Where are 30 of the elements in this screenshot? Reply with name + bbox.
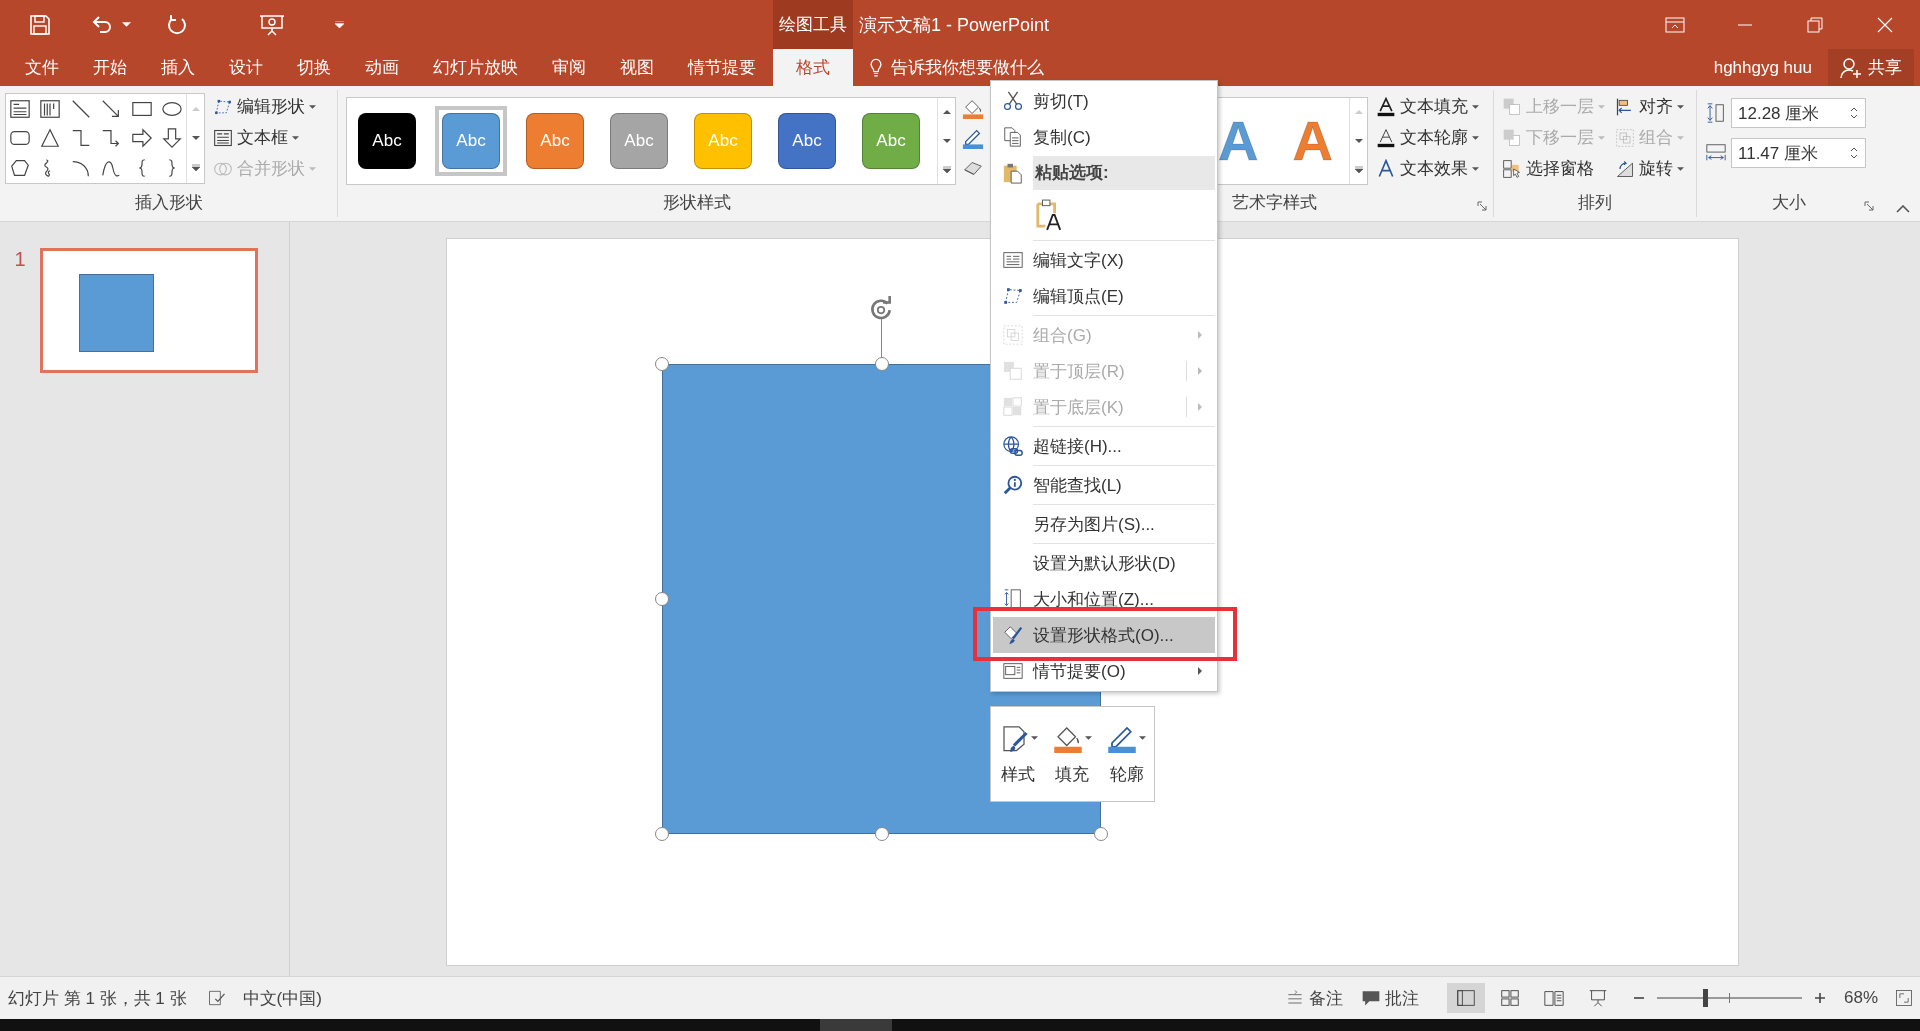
group-label: 艺术字样式 [1232,192,1317,214]
field-value: 11.47 厘米 [1738,142,1818,165]
group-label: 形状样式 [662,192,731,214]
slide-info: 幻灯片 第 1 张，共 1 张 [8,987,187,1010]
menu-item-label: 大小和位置(Z)... [1033,588,1155,611]
user-name: hghhgyg huu [1713,57,1812,78]
menu-item-label: 设置形状格式(O)... [1033,624,1175,647]
menu-item-label: 情节提要(O) [1033,660,1127,683]
menu-item-label: 另存为图片(S)... [1033,513,1156,536]
menu-item-label: 置于顶层(R) [1033,360,1126,383]
group-label: 大小 [1771,192,1806,214]
contextual-tab-header: 绘图工具 [773,0,853,49]
button-label: 样式 [1001,763,1036,786]
menu-item-label: 组合(G) [1033,324,1093,347]
menu-section-header: 粘贴选项: [1033,156,1215,190]
menu-item-label: 剪切(T) [1033,90,1090,113]
button-label: 填充 [1055,763,1090,786]
menu-item-label: 编辑顶点(E) [1033,285,1125,308]
menu-item-label: 置于底层(K) [1033,396,1125,419]
menu-item-label: 编辑文字(X) [1033,249,1125,272]
group-label: 排列 [1578,192,1612,214]
menu-item-label: 复制(C) [1033,126,1092,149]
menu-item-label: 超链接(H)... [1033,435,1123,458]
button-label: 轮廓 [1109,763,1144,786]
menu-item-label: 设置为默认形状(D) [1033,552,1177,575]
menu-item-label: 智能查找(L) [1033,474,1123,497]
field-value: 12.28 厘米 [1738,102,1820,125]
slide-number: 1 [13,248,27,271]
window-title: 演示文稿1 - PowerPoint [859,13,1050,37]
group-label: 插入形状 [134,192,203,214]
